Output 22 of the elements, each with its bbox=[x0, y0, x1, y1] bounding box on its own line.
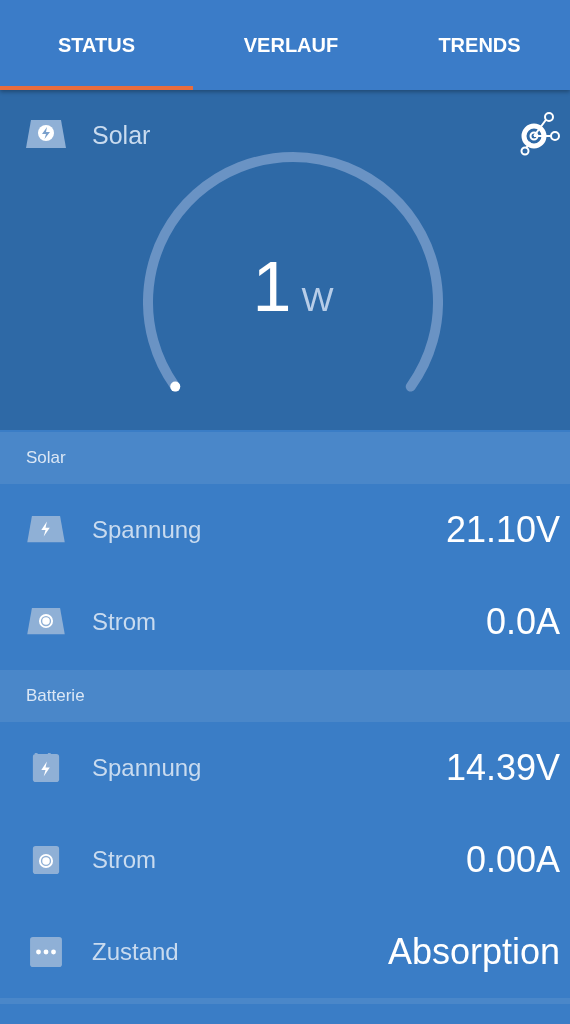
power-value: 1 bbox=[252, 252, 292, 322]
panel-title: Solar bbox=[92, 120, 152, 150]
tab[interactable]: TRENDS bbox=[389, 0, 570, 90]
power-unit: W bbox=[301, 282, 334, 316]
solar-panel-icon bbox=[26, 515, 66, 545]
section-title: Batterie bbox=[26, 686, 85, 706]
row-value: 21.10V bbox=[445, 509, 560, 551]
solar-panel-icon bbox=[26, 120, 66, 148]
row-label: Spannung bbox=[92, 516, 203, 544]
tab[interactable]: VERLAUF bbox=[193, 0, 389, 90]
row-label: Zustand bbox=[92, 938, 180, 966]
row-label: Strom bbox=[92, 608, 157, 636]
row-value: Absorption bbox=[387, 931, 560, 973]
row-value: 0.00A bbox=[465, 839, 560, 881]
row-value: 0.0A bbox=[485, 601, 560, 643]
row-label: Spannung bbox=[92, 754, 203, 782]
solar-panel-icon bbox=[26, 607, 66, 637]
gauge-dot bbox=[170, 381, 181, 392]
row-value: 14.39V bbox=[445, 747, 560, 789]
section-title: Solar bbox=[26, 448, 66, 468]
network-node-icon[interactable] bbox=[520, 112, 560, 156]
row-label: Strom bbox=[92, 846, 157, 874]
